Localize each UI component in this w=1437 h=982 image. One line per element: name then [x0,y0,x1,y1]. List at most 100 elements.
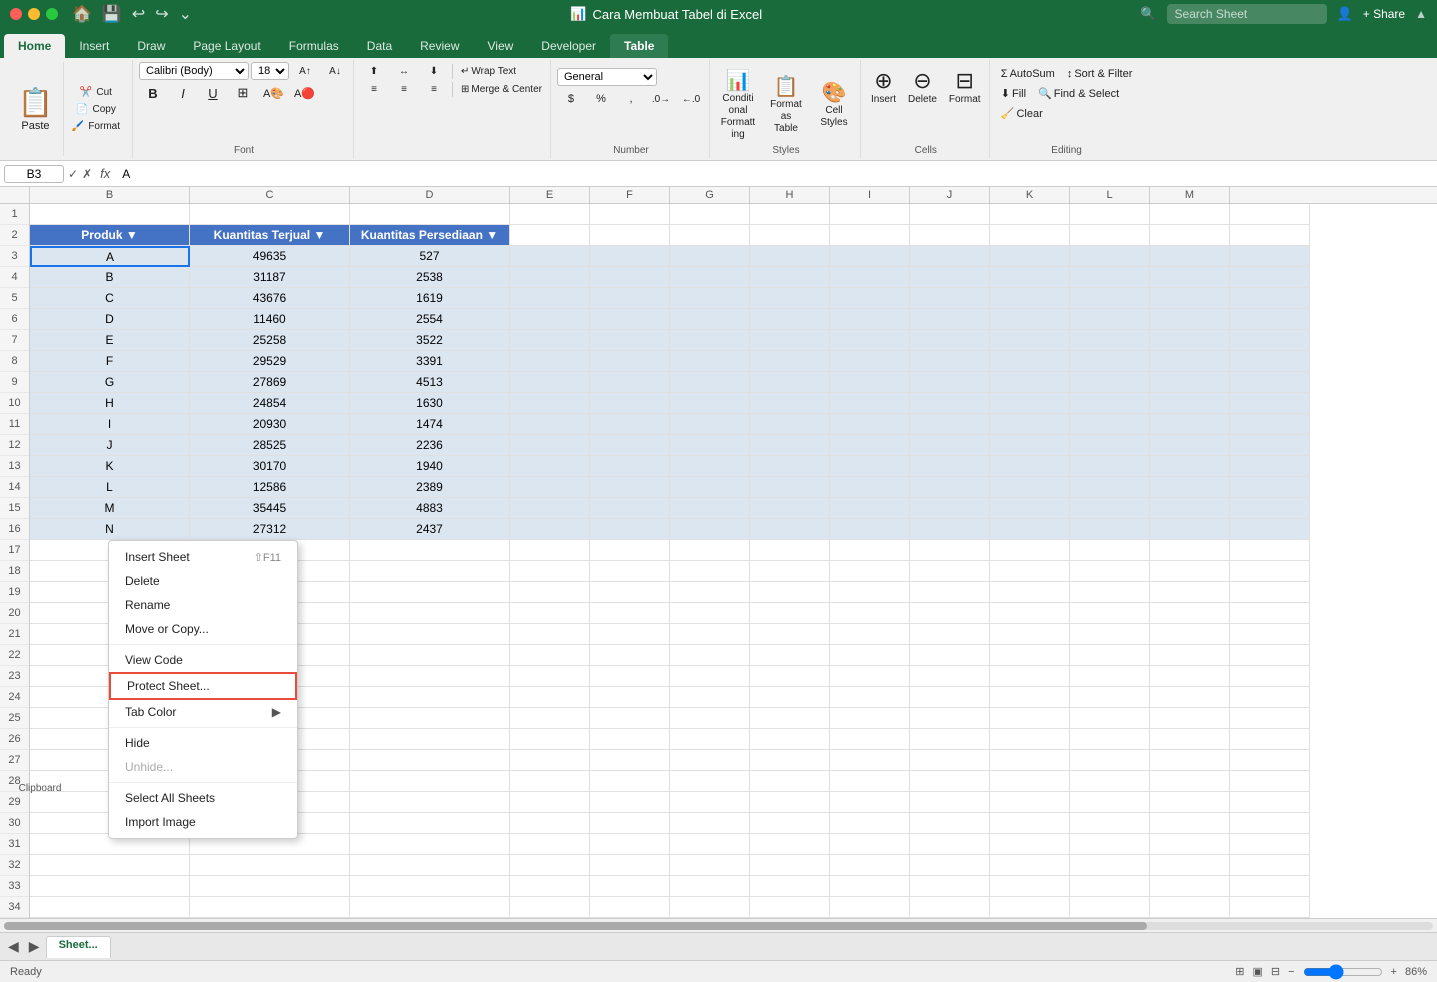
data-cell-r10-c3[interactable]: 24854 [190,393,350,414]
data-cell-r12-c3[interactable]: 28525 [190,435,350,456]
font-color-button[interactable]: A🔴 [290,85,319,102]
empty-cell-r20-c12[interactable] [1070,603,1150,624]
empty-cell-r24-c7[interactable] [670,687,750,708]
ctx-item-tab-color[interactable]: Tab Color▶ [109,700,297,724]
data-cell-r8-c9[interactable] [830,351,910,372]
decrease-decimal-button[interactable]: ←.0 [677,91,705,107]
zoom-slider[interactable] [1303,964,1383,980]
cell-row1-col5[interactable] [510,204,590,225]
data-cell-r4-c14[interactable] [1230,267,1310,288]
data-cell-r9-c6[interactable] [590,372,670,393]
empty-cell-r26-c10[interactable] [910,729,990,750]
delete-button[interactable]: ⊖ Delete [904,66,941,107]
empty-cell-r23-c13[interactable] [1150,666,1230,687]
col-header-g[interactable]: G [670,187,750,203]
empty-cell-r33-c11[interactable] [990,876,1070,897]
data-cell-r3-c14[interactable] [1230,246,1310,267]
conditional-formatting-button[interactable]: 📊 Conditional Formatting [716,66,760,143]
data-cell-r3-c4[interactable]: 527 [350,246,510,267]
data-cell-r14-c14[interactable] [1230,477,1310,498]
find-select-button[interactable]: 🔍 Find & Select [1034,85,1123,102]
data-cell-r8-c5[interactable] [510,351,590,372]
empty-cell-r20-c7[interactable] [670,603,750,624]
empty-cell-r28-c11[interactable] [990,771,1070,792]
data-cell-r5-c11[interactable] [990,288,1070,309]
empty-cell-r23-c14[interactable] [1230,666,1310,687]
data-cell-r6-c7[interactable] [670,309,750,330]
empty-cell-r26-c6[interactable] [590,729,670,750]
empty-cell-r24-c5[interactable] [510,687,590,708]
underline-button[interactable]: U [199,84,227,103]
empty-cell-r19-c4[interactable] [350,582,510,603]
data-cell-r7-c13[interactable] [1150,330,1230,351]
data-cell-r4-c11[interactable] [990,267,1070,288]
empty-header-10[interactable] [990,225,1070,246]
data-cell-r16-c2[interactable]: N [30,519,190,540]
empty-cell-r34-c14[interactable] [1230,897,1310,918]
empty-cell-r34-c11[interactable] [990,897,1070,918]
data-cell-r5-c14[interactable] [1230,288,1310,309]
data-cell-r15-c8[interactable] [750,498,830,519]
empty-cell-r34-c7[interactable] [670,897,750,918]
data-cell-r3-c6[interactable] [590,246,670,267]
empty-cell-r18-c14[interactable] [1230,561,1310,582]
data-cell-r5-c7[interactable] [670,288,750,309]
data-cell-r9-c7[interactable] [670,372,750,393]
empty-cell-r24-c8[interactable] [750,687,830,708]
ctx-item-hide[interactable]: Hide [109,731,297,755]
data-cell-r6-c4[interactable]: 2554 [350,309,510,330]
data-cell-r10-c6[interactable] [590,393,670,414]
data-cell-r6-c6[interactable] [590,309,670,330]
data-cell-r9-c9[interactable] [830,372,910,393]
data-cell-r13-c14[interactable] [1230,456,1310,477]
empty-cell-r31-c5[interactable] [510,834,590,855]
empty-cell-r17-c10[interactable] [910,540,990,561]
empty-cell-r25-c6[interactable] [590,708,670,729]
empty-cell-r28-c13[interactable] [1150,771,1230,792]
empty-cell-r23-c12[interactable] [1070,666,1150,687]
empty-cell-r29-c7[interactable] [670,792,750,813]
empty-cell-r18-c6[interactable] [590,561,670,582]
bold-button[interactable]: B [139,84,167,103]
data-cell-r5-c4[interactable]: 1619 [350,288,510,309]
cell-reference-box[interactable] [4,165,64,183]
data-cell-r9-c12[interactable] [1070,372,1150,393]
data-cell-r12-c9[interactable] [830,435,910,456]
empty-cell-r30-c4[interactable] [350,813,510,834]
empty-cell-r19-c6[interactable] [590,582,670,603]
data-cell-r13-c2[interactable]: K [30,456,190,477]
empty-cell-r26-c5[interactable] [510,729,590,750]
empty-cell-r26-c14[interactable] [1230,729,1310,750]
data-cell-r6-c13[interactable] [1150,309,1230,330]
data-cell-r16-c8[interactable] [750,519,830,540]
empty-cell-r32-c2[interactable] [30,855,190,876]
empty-cell-r34-c8[interactable] [750,897,830,918]
data-cell-r15-c4[interactable]: 4883 [350,498,510,519]
col-header-m[interactable]: M [1150,187,1230,203]
data-cell-r12-c11[interactable] [990,435,1070,456]
empty-cell-r33-c13[interactable] [1150,876,1230,897]
empty-cell-r18-c11[interactable] [990,561,1070,582]
empty-cell-r20-c13[interactable] [1150,603,1230,624]
empty-cell-r20-c4[interactable] [350,603,510,624]
empty-cell-r32-c14[interactable] [1230,855,1310,876]
empty-cell-r21-c13[interactable] [1150,624,1230,645]
data-cell-r15-c14[interactable] [1230,498,1310,519]
empty-cell-r32-c4[interactable] [350,855,510,876]
data-cell-r16-c4[interactable]: 2437 [350,519,510,540]
empty-cell-r19-c8[interactable] [750,582,830,603]
tab-view[interactable]: View [474,34,528,58]
empty-cell-r27-c10[interactable] [910,750,990,771]
number-format-select[interactable]: General [557,68,657,86]
empty-cell-r29-c8[interactable] [750,792,830,813]
col-header-b[interactable]: B [30,187,190,203]
empty-cell-r21-c10[interactable] [910,624,990,645]
align-top-button[interactable]: ⬆ [360,64,388,79]
data-cell-r9-c10[interactable] [910,372,990,393]
data-cell-r14-c9[interactable] [830,477,910,498]
data-cell-r11-c14[interactable] [1230,414,1310,435]
format-as-table-button[interactable]: 📋 Format as Table [764,66,808,143]
empty-cell-r22-c5[interactable] [510,645,590,666]
empty-cell-r29-c4[interactable] [350,792,510,813]
table-header-3[interactable]: Kuantitas Persediaan ▼ [350,225,510,246]
